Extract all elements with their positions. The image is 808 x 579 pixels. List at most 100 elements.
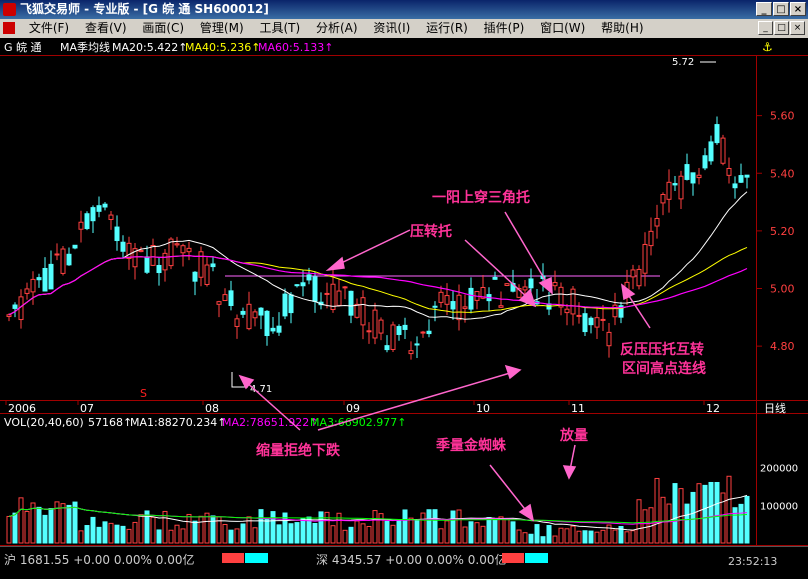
volume-bar	[672, 483, 678, 544]
volume-bar	[408, 517, 414, 544]
volume-bar	[522, 532, 528, 544]
anchor-icon[interactable]: ⚓	[762, 40, 773, 54]
candle-body	[684, 164, 690, 180]
candle-body	[174, 243, 180, 246]
candle-body	[396, 326, 402, 336]
volume-bar	[174, 524, 180, 544]
volume-bar	[264, 518, 270, 544]
sh-index[interactable]: 沪 1681.55 +0.00 0.00% 0.00亿	[4, 551, 195, 568]
vol-ma1-label: MA1:88270.234↑	[130, 416, 226, 429]
period-label[interactable]: 日线	[764, 401, 786, 415]
mdi-close-button[interactable]: ×	[790, 21, 805, 35]
date-tick-label: 09	[346, 402, 360, 415]
volume-bar	[156, 529, 162, 544]
volume-bar	[528, 533, 534, 544]
volume-bar	[450, 510, 456, 544]
date-tick-label: 2006	[8, 402, 36, 415]
doc-menu-icon[interactable]	[3, 22, 15, 34]
status-bar: 沪 1681.55 +0.00 0.00% 0.00亿 深 4345.57 +0…	[0, 546, 808, 579]
volume-bar	[42, 514, 48, 544]
volume-bar	[498, 516, 504, 544]
annotation-yazhuantuo: 压转托	[410, 223, 452, 240]
volume-bar	[6, 515, 12, 544]
candle-body	[240, 310, 246, 315]
candle-body	[108, 214, 114, 220]
volume-bar	[378, 513, 384, 544]
volume-bar	[138, 514, 144, 544]
menu-file[interactable]: 文件(F)	[23, 19, 75, 38]
volume-bar	[354, 520, 360, 544]
candle-body	[312, 276, 318, 302]
volume-bar	[252, 527, 258, 544]
candle-body	[282, 293, 288, 317]
minimize-button[interactable]: _	[756, 2, 772, 16]
mdi-minimize-button[interactable]: _	[758, 21, 773, 35]
menu-run[interactable]: 运行(R)	[420, 19, 474, 38]
candle-body	[504, 283, 510, 286]
price-tick-label: 5.00	[770, 283, 795, 296]
candle-body	[468, 287, 474, 310]
volume-bar	[222, 523, 228, 544]
annotation-fanya-2: 区间高点连线	[622, 360, 706, 377]
volume-bar	[600, 529, 606, 544]
volume-bar	[660, 496, 666, 544]
volume-bar	[642, 509, 648, 544]
candle-body	[144, 256, 150, 273]
candle-body	[210, 263, 216, 268]
candle-body	[408, 350, 414, 355]
candle-body	[588, 317, 594, 326]
menu-plugins[interactable]: 插件(P)	[478, 19, 531, 38]
price-tick-label: 4.80	[770, 340, 795, 353]
candle-body	[420, 331, 426, 334]
volume-bar	[324, 511, 330, 544]
maximize-button[interactable]: □	[773, 2, 789, 16]
menu-window[interactable]: 窗口(W)	[534, 19, 591, 38]
candle-body	[702, 155, 708, 169]
ma60-label: MA60:5.133↑	[258, 41, 333, 54]
menu-screen[interactable]: 画面(C)	[136, 19, 190, 38]
date-tick-label: 08	[205, 402, 219, 415]
menu-analysis[interactable]: 分析(A)	[310, 19, 364, 38]
volume-bar	[312, 522, 318, 544]
candle-body	[384, 345, 390, 351]
candle-body	[648, 230, 654, 247]
sz-index[interactable]: 深 4345.57 +0.00 0.00% 0.00亿	[316, 551, 507, 568]
candle-body	[96, 205, 102, 212]
stock-label: G 皖 通	[4, 40, 42, 54]
volume-bar	[186, 513, 192, 544]
candle-body	[564, 308, 570, 314]
candle-body	[258, 307, 264, 316]
candle-body	[576, 314, 582, 317]
candle-body	[402, 324, 408, 330]
volume-bar	[690, 491, 696, 544]
date-tick-label: 11	[571, 402, 585, 415]
volume-bar	[504, 518, 510, 544]
candle-body	[162, 252, 168, 271]
volume-bar	[720, 492, 726, 544]
volume-bar	[444, 520, 450, 544]
volume-bar	[348, 526, 354, 544]
menu-info[interactable]: 资讯(I)	[367, 19, 416, 38]
price-tick-label: 5.40	[770, 167, 795, 180]
candle-body	[366, 330, 372, 333]
menu-manage[interactable]: 管理(M)	[194, 19, 250, 38]
volume-bar	[564, 528, 570, 544]
menu-help[interactable]: 帮助(H)	[595, 19, 649, 38]
candle-body	[192, 271, 198, 282]
vol-ma2-label: MA2:78651.922↑	[222, 416, 318, 429]
volume-bar	[738, 503, 744, 544]
volume-bar	[516, 529, 522, 544]
candle-body	[84, 213, 90, 230]
menu-tools[interactable]: 工具(T)	[253, 19, 306, 38]
candle-body	[102, 203, 108, 208]
volume-bar	[636, 499, 642, 544]
volume-bar	[372, 510, 378, 544]
volume-bar	[582, 530, 588, 544]
mdi-restore-button[interactable]: □	[774, 21, 789, 35]
close-button[interactable]: ×	[790, 2, 806, 16]
chart-area[interactable]: G 皖 通 MA季均线 MA20:5.422↑ MA40:5.236↑ MA60…	[0, 38, 808, 546]
candle-body	[78, 221, 84, 230]
candle-body	[204, 264, 210, 286]
menu-view[interactable]: 查看(V)	[79, 19, 133, 38]
volume-bar	[654, 477, 660, 544]
